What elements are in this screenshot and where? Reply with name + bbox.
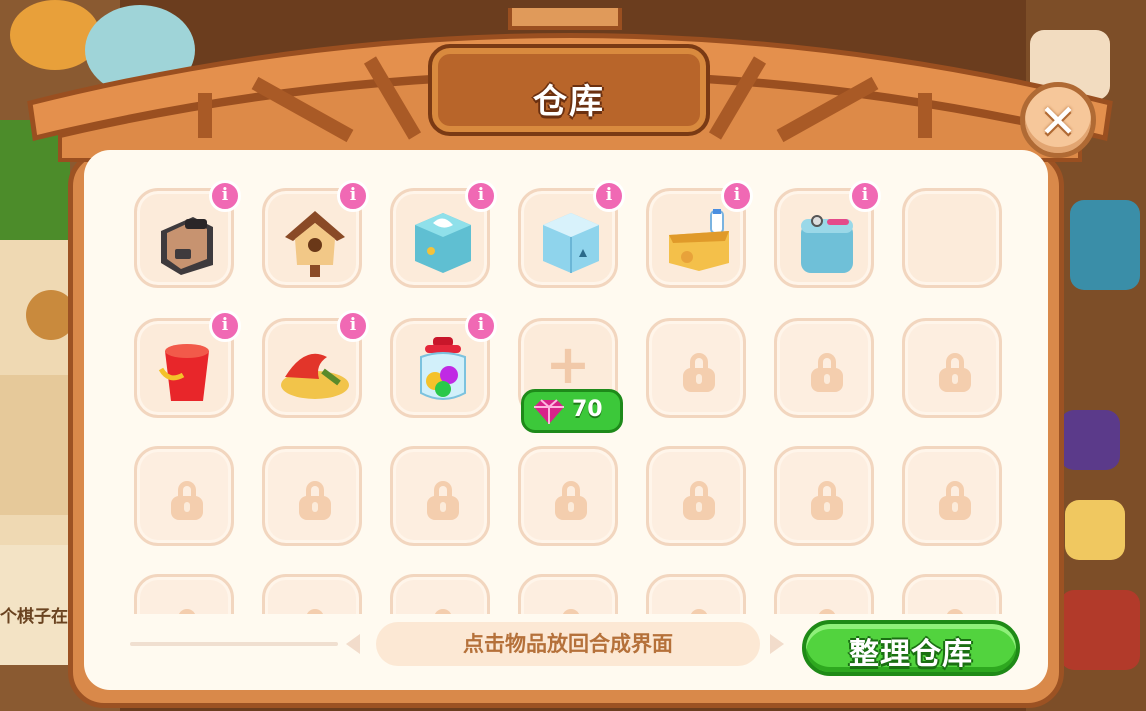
lock-icon — [171, 481, 203, 520]
lock-icon — [939, 353, 971, 392]
info-badge[interactable]: i — [465, 180, 497, 212]
lock-icon — [299, 609, 331, 614]
background-book-icon — [1060, 410, 1120, 470]
tissue-box-icon — [415, 213, 471, 273]
locked-slot — [518, 574, 618, 614]
background-chest-icon — [1060, 590, 1140, 670]
info-badge[interactable]: i — [849, 180, 881, 212]
red-bucket-icon — [158, 344, 209, 401]
toaster-icon — [161, 217, 213, 275]
info-badge[interactable]: i — [721, 180, 753, 212]
ice-cube-box-icon — [543, 213, 599, 273]
empty-slot[interactable] — [902, 188, 1002, 288]
locked-slot — [774, 318, 874, 418]
locked-slot — [390, 574, 490, 614]
unlock-price-button[interactable]: 70 — [521, 389, 623, 433]
locked-slot — [134, 446, 234, 546]
info-badge[interactable]: i — [337, 180, 369, 212]
info-badge[interactable]: i — [593, 180, 625, 212]
sand-pile-icon — [281, 353, 349, 399]
organize-storage-button[interactable]: 整理仓库 — [802, 620, 1020, 676]
lock-icon — [683, 481, 715, 520]
lock-icon — [555, 609, 587, 614]
window-title: 仓库 — [533, 82, 605, 122]
lock-icon — [683, 609, 715, 614]
lock-icon — [811, 481, 843, 520]
lock-icon — [299, 481, 331, 520]
locked-slot — [902, 574, 1002, 614]
locked-slot — [902, 318, 1002, 418]
storage-grid[interactable]: i i i i i i i i i + 70 — [84, 150, 1048, 614]
lock-icon — [171, 609, 203, 614]
arrow-right-icon — [770, 634, 784, 654]
background-partial-text: 个棋子在 — [0, 607, 68, 627]
info-badge[interactable]: i — [209, 180, 241, 212]
locked-slot — [902, 446, 1002, 546]
close-button[interactable]: ✕ — [1020, 82, 1096, 158]
locked-slot — [774, 446, 874, 546]
gem-icon — [534, 399, 564, 424]
hint-text: 点击物品放回合成界面 — [376, 622, 760, 666]
unlock-price-value: 70 — [572, 397, 603, 422]
organize-storage-label: 整理仓库 — [849, 637, 973, 672]
locked-slot — [646, 318, 746, 418]
unlock-slot[interactable]: + 70 — [518, 318, 623, 433]
background-shell-icon — [1070, 200, 1140, 290]
lock-icon — [811, 609, 843, 614]
lock-icon — [555, 481, 587, 520]
lock-icon — [939, 481, 971, 520]
lock-icon — [939, 609, 971, 614]
title-plate: 仓库 — [428, 44, 710, 136]
lock-icon — [811, 353, 843, 392]
info-badge[interactable]: i — [337, 310, 369, 342]
locked-slot — [262, 574, 362, 614]
info-badge[interactable]: i — [209, 310, 241, 342]
locked-slot — [774, 574, 874, 614]
background-bag-icon — [1065, 500, 1125, 560]
info-badge[interactable]: i — [465, 310, 497, 342]
storage-panel: i i i i i i i i i + 70 点击物品放回合成界面 整理仓库 — [84, 150, 1048, 690]
locked-slot — [646, 446, 746, 546]
locked-slot — [390, 446, 490, 546]
birdhouse-icon — [285, 211, 345, 277]
plus-icon: + — [545, 333, 591, 396]
locked-slot — [518, 446, 618, 546]
arrow-left-icon — [346, 634, 360, 654]
locked-slot — [646, 574, 746, 614]
locked-slot — [134, 574, 234, 614]
lock-icon — [427, 609, 459, 614]
scroll-track — [130, 642, 338, 646]
lock-icon — [427, 481, 459, 520]
locked-slot — [262, 446, 362, 546]
milk-crate-icon — [669, 209, 729, 271]
close-icon: ✕ — [1038, 94, 1078, 148]
candy-jar-icon — [420, 337, 466, 400]
sewing-box-icon — [801, 215, 853, 273]
lock-icon — [683, 353, 715, 392]
